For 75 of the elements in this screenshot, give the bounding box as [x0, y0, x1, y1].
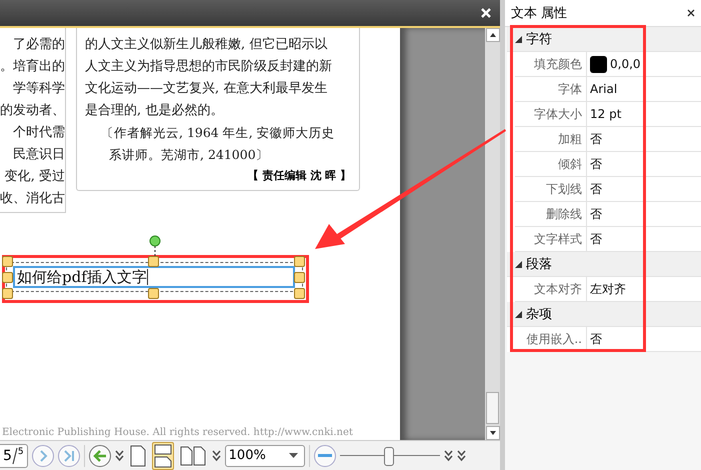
resize-handle[interactable] [148, 288, 159, 299]
property-label: 使用嵌入.. [515, 327, 587, 351]
zoom-out-icon[interactable] [314, 444, 336, 466]
scroll-down-icon[interactable] [486, 426, 500, 440]
zoom-dropdown[interactable]: 100% [224, 444, 305, 466]
property-label: 删除线 [515, 202, 587, 226]
property-value[interactable]: 0,0,0 [610, 57, 641, 71]
close-icon[interactable] [687, 9, 695, 17]
body-text-line: 的发动者、 [0, 102, 65, 120]
page-footer-text: Electronic Publishing House. All rights reserved. http://www.cnki.net [2, 427, 353, 439]
property-value[interactable]: Arial [590, 82, 618, 96]
property-label: 字体大小 [515, 102, 587, 126]
author-note-line: 〔作者解光云, 1964 年生, 安徽师大历史 [100, 124, 336, 142]
resize-handle[interactable] [294, 272, 305, 283]
color-swatch[interactable] [590, 56, 607, 72]
body-text-line: 。培育出的 [0, 58, 65, 76]
dropdown-caret-icon [288, 453, 298, 458]
property-value[interactable]: 否 [590, 206, 602, 222]
resize-handle[interactable] [294, 288, 305, 299]
property-value[interactable]: 否 [590, 180, 602, 198]
body-text-line: 收、消化古 [0, 190, 65, 208]
zoom-slider[interactable] [340, 446, 440, 466]
body-text-line: 人文主义为指导思想的市民阶级反封建的新 [85, 58, 333, 76]
author-note-line: 系讲师。芜湖市, 241000〕 [108, 146, 270, 164]
scrollbar-thumb[interactable] [486, 392, 499, 424]
editor-credit: 【 责任编辑 沈 晖 】 [246, 168, 351, 184]
chevron-icon[interactable] [456, 450, 466, 462]
page-number-field[interactable]: 5 5 [0, 444, 28, 468]
chevron-icon[interactable] [212, 450, 221, 462]
property-value[interactable]: 左对齐 [590, 280, 626, 298]
chevron-icon[interactable] [444, 450, 453, 462]
slider-thumb[interactable] [384, 446, 394, 466]
resize-handle[interactable] [2, 256, 13, 267]
panel-title: 文本 属性 [511, 5, 568, 22]
property-label: 文本对齐 [515, 277, 587, 301]
page-layout-button[interactable] [128, 442, 148, 468]
resize-handle[interactable] [2, 288, 13, 299]
scroll-up-icon[interactable] [486, 28, 500, 42]
last-page-icon[interactable] [58, 444, 80, 466]
body-text-line: 文化运动——文艺复兴, 在意大利最早发生 [85, 80, 328, 98]
body-text-line: 的人文主义似新生儿般稚嫩, 但它已昭示以 [85, 36, 328, 54]
property-label: 文字样式 [515, 227, 587, 251]
page-layout-button[interactable] [178, 444, 208, 468]
page-layout-button[interactable] [152, 442, 174, 470]
vertical-scrollbar[interactable] [485, 28, 500, 440]
property-label: 填充颜色 [515, 52, 587, 76]
expander-icon [515, 260, 522, 268]
category-header[interactable]: 段落 [507, 252, 701, 277]
body-text-line: 学等科学 [13, 80, 65, 98]
next-page-icon[interactable] [32, 444, 54, 466]
expander-icon [515, 310, 522, 318]
property-value[interactable]: 否 [590, 156, 602, 172]
property-label: 倾斜 [515, 152, 587, 176]
text-input-field[interactable]: 如何给pdf插入文字 [13, 266, 295, 288]
resize-handle[interactable] [148, 256, 159, 267]
chevron-icon[interactable] [114, 450, 124, 462]
body-text-line: 是合理的, 也是必然的。 [85, 102, 224, 120]
body-text-line: 了必需的 [13, 36, 65, 54]
property-label: 下划线 [515, 177, 587, 201]
body-text-line: 民意识日 [13, 146, 65, 164]
body-text-line: 个时代需 [13, 124, 65, 142]
category-header[interactable]: 字符 [507, 27, 701, 52]
property-value[interactable]: 否 [590, 230, 602, 248]
property-value[interactable]: 否 [590, 130, 602, 148]
category-header[interactable]: 杂项 [507, 302, 701, 327]
property-value[interactable]: 否 [590, 330, 602, 348]
slash-icon [12, 446, 18, 464]
resize-handle[interactable] [2, 272, 13, 283]
property-label: 加粗 [515, 127, 587, 151]
property-label: 字体 [515, 77, 587, 101]
body-text-line: 变化, 受过 [4, 168, 65, 186]
expander-icon [515, 36, 522, 42]
resize-handle[interactable] [294, 256, 305, 267]
rotate-handle[interactable] [149, 235, 161, 257]
property-value[interactable]: 12 pt [590, 107, 622, 121]
